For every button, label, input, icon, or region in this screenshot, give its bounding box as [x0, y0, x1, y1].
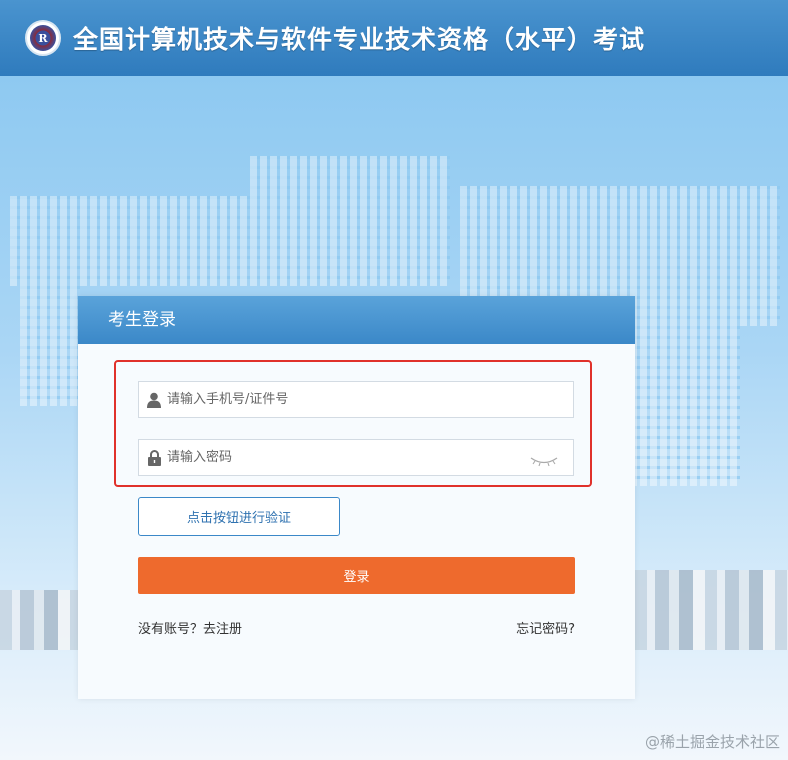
login-button[interactable]: 登录	[138, 557, 575, 594]
logo-emblem-icon: R	[30, 25, 56, 51]
user-icon	[147, 392, 161, 408]
site-title: 全国计算机技术与软件专业技术资格（水平）考试	[73, 25, 646, 54]
login-card: 考生登录 点击按钮进行验证 登录 没有账号？去注册 忘记密码?	[78, 296, 635, 699]
login-card-title: 考生登录	[78, 296, 635, 344]
verify-button[interactable]: 点击按钮进行验证	[138, 497, 340, 536]
map-decoration	[20, 286, 80, 406]
register-link[interactable]: 没有账号？去注册	[138, 618, 242, 637]
password-field[interactable]	[138, 439, 574, 476]
site-logo: R	[25, 20, 61, 56]
watermark: @稀土掘金技术社区	[644, 733, 780, 751]
map-decoration	[10, 196, 250, 286]
username-input[interactable]	[161, 391, 529, 408]
forgot-password-link[interactable]: 忘记密码?	[516, 618, 575, 637]
lock-icon	[147, 449, 161, 466]
password-input[interactable]	[161, 449, 529, 466]
city-skyline	[0, 590, 80, 650]
site-header: R 全国计算机技术与软件专业技术资格（水平）考试	[0, 0, 788, 76]
city-skyline	[635, 570, 788, 650]
username-field[interactable]	[138, 381, 574, 418]
map-decoration	[250, 156, 450, 286]
eye-closed-icon[interactable]	[529, 452, 559, 467]
